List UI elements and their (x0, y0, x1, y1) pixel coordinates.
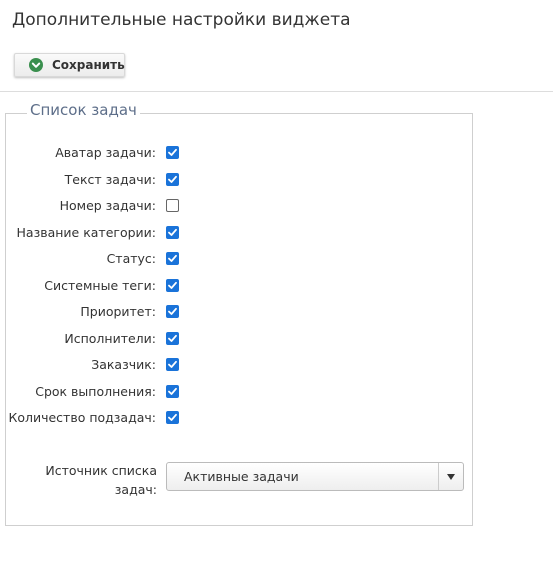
checkmark-icon (168, 360, 177, 368)
option-row: Название категории: (0, 224, 180, 242)
option-row: Приоритет: (0, 303, 180, 321)
option-checkbox[interactable] (166, 199, 179, 212)
source-label: Источник списка задач: (45, 463, 157, 497)
checkmark-icon (168, 413, 177, 421)
check-circle-icon (29, 58, 43, 72)
save-button-label: Сохранить (52, 58, 125, 72)
option-checkbox[interactable] (166, 411, 179, 424)
page-title: Дополнительные настройки виджета (12, 10, 351, 30)
option-label: Аватар задачи: (55, 145, 156, 160)
checkmark-icon (168, 281, 177, 289)
save-button[interactable]: Сохранить (14, 53, 125, 77)
option-label: Статус: (106, 251, 156, 266)
option-row: Статус: (0, 250, 180, 268)
option-label: Номер задачи: (59, 198, 156, 213)
divider (0, 91, 553, 92)
fieldset-legend: Список задач (27, 101, 140, 119)
option-row: Исполнители: (0, 330, 180, 348)
option-label: Количество подзадач: (8, 410, 156, 425)
option-label: Заказчик: (91, 357, 156, 372)
option-row: Заказчик: (0, 356, 180, 374)
checkmark-icon (168, 148, 177, 156)
option-row: Количество подзадач: (0, 409, 180, 427)
option-label: Приоритет: (80, 304, 156, 319)
option-row: Текст задачи: (0, 171, 180, 189)
select-arrow-button[interactable] (438, 463, 463, 490)
option-label: Срок выполнения: (35, 384, 156, 399)
option-label: Название категории: (16, 225, 156, 240)
option-row: Номер задачи: (0, 197, 180, 215)
source-select-value: Активные задачи (184, 469, 299, 484)
option-row: Системные теги: (0, 277, 180, 295)
checkmark-icon (168, 175, 177, 183)
option-label: Исполнители: (64, 331, 156, 346)
option-row: Срок выполнения: (0, 383, 180, 401)
option-label: Текст задачи: (64, 172, 156, 187)
option-checkbox[interactable] (166, 226, 179, 239)
option-checkbox[interactable] (166, 173, 179, 186)
option-checkbox[interactable] (166, 279, 179, 292)
option-checkbox[interactable] (166, 146, 179, 159)
option-checkbox[interactable] (166, 305, 179, 318)
checkmark-icon (168, 334, 177, 342)
checkmark-icon (168, 307, 177, 315)
option-checkbox[interactable] (166, 252, 179, 265)
option-checkbox[interactable] (166, 358, 179, 371)
checkmark-icon (168, 387, 177, 395)
option-checkbox[interactable] (166, 385, 179, 398)
checkmark-icon (168, 254, 177, 262)
option-row: Аватар задачи: (0, 144, 180, 162)
triangle-down-icon (447, 474, 455, 480)
source-select[interactable]: Активные задачи (166, 462, 464, 491)
option-label: Системные теги: (44, 278, 156, 293)
option-checkbox[interactable] (166, 332, 179, 345)
checkmark-icon (168, 228, 177, 236)
